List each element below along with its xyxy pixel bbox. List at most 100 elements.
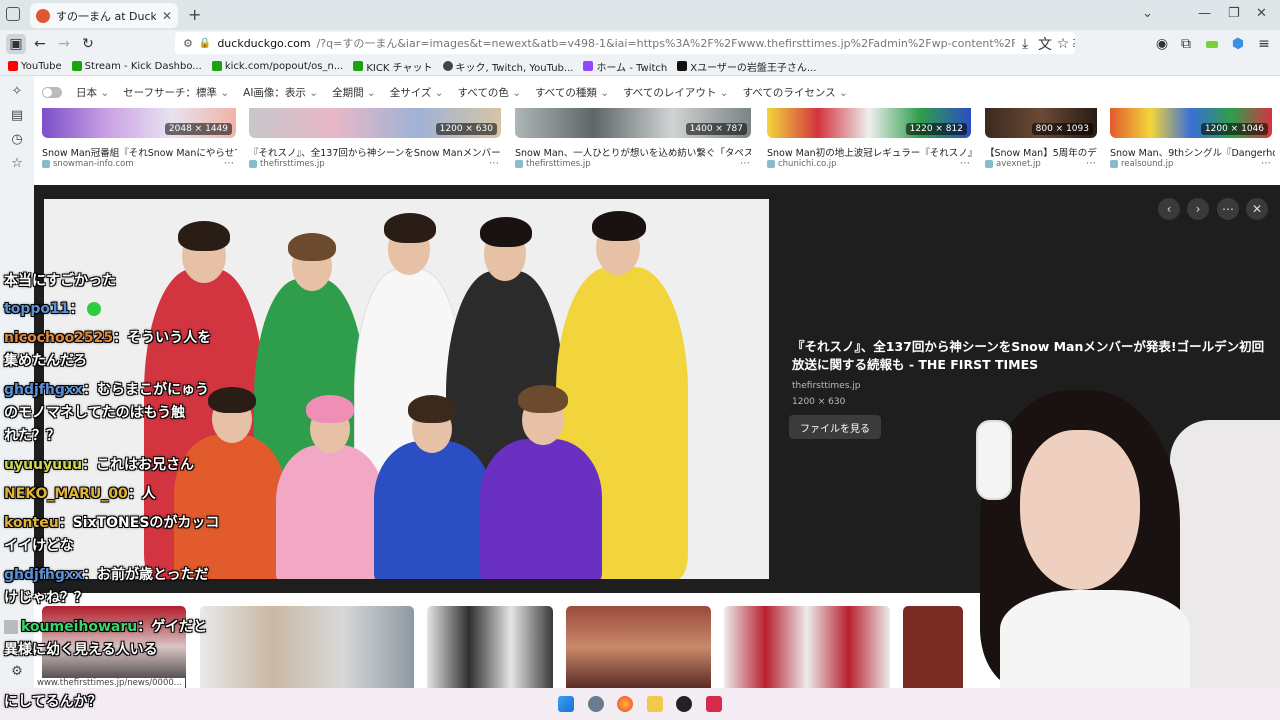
- back-icon[interactable]: ←: [30, 34, 50, 54]
- filter-region[interactable]: 日本: [76, 85, 109, 100]
- close-detail-button[interactable]: ✕: [1246, 198, 1268, 220]
- bookmark-kick-popout[interactable]: kick.com/popout/os_n...: [211, 61, 343, 72]
- more-options-icon[interactable]: ⋯: [224, 158, 234, 169]
- more-options-button[interactable]: ⋯: [1217, 198, 1239, 220]
- streamer-clothing: [1000, 590, 1190, 688]
- bookmark-star-icon[interactable]: ☆: [1053, 34, 1073, 54]
- result-source: chunichi.co.jp: [767, 159, 837, 169]
- result-thumbnail[interactable]: 1220 × 812: [767, 108, 971, 138]
- region-toggle[interactable]: [42, 86, 62, 98]
- result-thumbnail[interactable]: [724, 606, 890, 688]
- site-favicon: [249, 160, 257, 168]
- bookmark-multi[interactable]: キック, Twitch, YouTub...: [442, 59, 573, 74]
- site-favicon: [515, 160, 523, 168]
- tab-title: すの一まん at DuckDuckGo: [56, 9, 156, 23]
- more-options-icon[interactable]: ⋯: [740, 158, 750, 169]
- site-favicon: [42, 160, 50, 168]
- close-window-icon[interactable]: ✕: [1256, 6, 1267, 21]
- firefox-icon[interactable]: [617, 696, 633, 712]
- streamer-webcam: [940, 360, 1280, 688]
- obs-icon[interactable]: [676, 696, 692, 712]
- result-caption[interactable]: Snow Man冠番組『それSnow Manにやらせて下...: [42, 145, 237, 159]
- filter-layout[interactable]: すべてのレイアウト: [623, 85, 729, 100]
- filter-size[interactable]: 全サイズ: [390, 85, 444, 100]
- filter-ai-images[interactable]: AI画像：表示: [243, 85, 318, 100]
- result-source: snowman-info.com: [42, 159, 134, 169]
- result-thumbnail[interactable]: [427, 606, 553, 688]
- translate-icon[interactable]: 文: [1035, 34, 1055, 54]
- history-icon[interactable]: ▤: [9, 108, 25, 124]
- result-thumbnail[interactable]: 1200 × 630: [249, 108, 501, 138]
- bookmark-youtube[interactable]: YouTube: [8, 61, 62, 72]
- bookmark-kick-chat[interactable]: KICK チャット: [353, 59, 433, 74]
- account-icon[interactable]: ◉: [1152, 34, 1172, 54]
- result-thumbnail[interactable]: [566, 606, 711, 688]
- menu-icon[interactable]: ≡: [1254, 34, 1274, 54]
- result-source: thefirsttimes.jp: [249, 159, 325, 169]
- reload-icon[interactable]: ↻: [78, 34, 98, 54]
- result-caption[interactable]: Snow Man初の地上波冠レギュラー『それスノ』...: [767, 145, 972, 159]
- save-page-icon[interactable]: ⤓: [1015, 34, 1035, 54]
- result-thumbnail[interactable]: 2048 × 1449: [42, 108, 236, 138]
- member-pink: [276, 445, 384, 579]
- result-caption[interactable]: 【Snow Man】5周年のデ...: [985, 145, 1097, 159]
- member-hair: [288, 233, 336, 261]
- member-hair: [480, 217, 532, 247]
- chat-message: NEKO_MARU_00：人: [4, 486, 156, 502]
- tab-overview-icon[interactable]: [6, 7, 20, 21]
- sidebar-toggle-icon[interactable]: ▣: [6, 34, 26, 54]
- chat-message: toppo11：: [4, 298, 239, 321]
- emote-icon: [87, 302, 102, 316]
- extension-icon[interactable]: ⬢: [1228, 34, 1248, 54]
- site-info-icon[interactable]: ⚙: [183, 37, 193, 50]
- result-source: realsound.jp: [1110, 159, 1173, 169]
- restore-icon[interactable]: ❐: [1228, 6, 1240, 21]
- filter-type[interactable]: すべての種類: [535, 85, 609, 100]
- close-tab-icon[interactable]: ✕: [162, 9, 172, 23]
- result-caption[interactable]: Snow Man、9thシングル『Dangerholic...: [1110, 145, 1275, 159]
- clock-icon[interactable]: ◷: [9, 132, 25, 148]
- filter-safesearch[interactable]: セーフサーチ：標準: [123, 85, 229, 100]
- filter-color[interactable]: すべての色: [458, 85, 522, 100]
- bookmark-twitch[interactable]: ホーム - Twitch: [583, 59, 667, 74]
- member-hair: [592, 211, 646, 241]
- extension-battery-icon[interactable]: [1202, 34, 1222, 54]
- file-explorer-icon[interactable]: [647, 696, 663, 712]
- bookmarks-icon[interactable]: ☆: [9, 156, 25, 172]
- settings-icon[interactable]: ⚙: [9, 664, 25, 680]
- member-blue: [374, 441, 492, 579]
- settings-app-icon[interactable]: [588, 696, 604, 712]
- bookmark-kick-dashboard[interactable]: Stream - Kick Dashbo...: [71, 61, 202, 72]
- filter-time[interactable]: 全期間: [332, 85, 376, 100]
- more-options-icon[interactable]: ⋯: [1261, 158, 1271, 169]
- next-image-button[interactable]: ›: [1187, 198, 1209, 220]
- duckduckgo-icon: [36, 8, 50, 23]
- result-thumbnail[interactable]: 1200 × 1046: [1110, 108, 1272, 138]
- tab-active[interactable]: すの一まん at DuckDuckGo ✕: [30, 3, 178, 28]
- tab-list-icon[interactable]: ⌄: [1142, 6, 1153, 21]
- detail-dimensions: 1200 × 630: [792, 397, 846, 407]
- result-thumbnail[interactable]: 800 × 1093: [985, 108, 1097, 138]
- start-icon[interactable]: [558, 696, 574, 712]
- extensions-icon[interactable]: ⧉: [1176, 34, 1196, 54]
- previous-image-button[interactable]: ‹: [1158, 198, 1180, 220]
- more-options-icon[interactable]: ⋯: [960, 158, 970, 169]
- detail-source[interactable]: thefirsttimes.jp: [792, 381, 860, 391]
- result-caption[interactable]: 『それスノ』、全137回から神シーンをSnow Manメンバーが...: [249, 145, 501, 159]
- new-tab-icon[interactable]: +: [188, 5, 201, 24]
- result-caption[interactable]: Snow Man、一人ひとりが想いを込め紡い繋ぐ「タペスト...: [515, 145, 751, 159]
- ai-sparkle-icon[interactable]: ✧: [9, 84, 25, 100]
- filter-license[interactable]: すべてのライセンス: [743, 85, 848, 100]
- result-thumbnail[interactable]: 1400 × 787: [515, 108, 751, 138]
- result-source: thefirsttimes.jp: [515, 159, 591, 169]
- forward-icon[interactable]: →: [54, 34, 74, 54]
- more-options-icon[interactable]: ⋯: [1086, 158, 1096, 169]
- bookmark-x[interactable]: Xユーザーの岩盤王子さん...: [677, 59, 816, 74]
- more-options-icon[interactable]: ⋯: [489, 158, 499, 169]
- app-icon[interactable]: [706, 696, 722, 712]
- minimize-icon[interactable]: —: [1198, 6, 1211, 21]
- site-favicon: [767, 160, 775, 168]
- view-file-button[interactable]: ファイルを見る: [789, 415, 881, 439]
- address-bar[interactable]: ⚙ 🔒 duckduckgo.com /?q=すの一まん&iar=images&t…: [175, 32, 1075, 54]
- youtube-icon: [8, 61, 18, 71]
